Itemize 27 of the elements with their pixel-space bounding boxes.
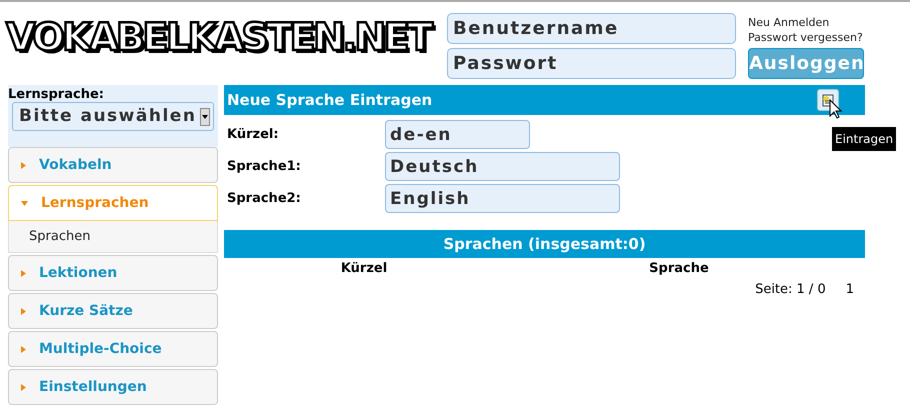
text-field[interactable]: English — [385, 184, 620, 213]
field-label: Sprache2: — [226, 190, 302, 208]
caret-right-icon — [21, 162, 26, 168]
form-header: Neue Sprache Eintragen — [224, 85, 865, 115]
password-field[interactable]: Passwort — [447, 48, 736, 79]
caret-right-icon — [21, 308, 26, 314]
caret-right-icon — [21, 346, 26, 352]
username-field[interactable]: Benutzername — [447, 13, 736, 44]
column-header: Kürzel — [340, 260, 388, 278]
forgot-password-link[interactable]: Passwort vergessen? — [748, 30, 864, 45]
field-label: Sprache1: — [226, 158, 302, 176]
cursor-icon — [829, 99, 842, 119]
text-field[interactable]: de-en — [385, 120, 530, 149]
column-header: Sprache — [649, 260, 709, 278]
page-info: Seite: 1 / 0 — [755, 281, 826, 299]
page-link[interactable]: 1 — [846, 280, 854, 300]
language-label: Lernsprache: — [8, 87, 105, 102]
caret-right-icon — [21, 270, 26, 276]
language-select[interactable]: Bitte auswählen — [12, 102, 214, 131]
text-field[interactable]: Deutsch — [385, 152, 620, 181]
field-label: Kürzel: — [226, 126, 280, 144]
caret-right-icon — [21, 384, 26, 390]
register-link[interactable]: Neu Anmelden — [748, 15, 864, 30]
tooltip: Eintragen — [832, 127, 896, 151]
caret-down-icon — [21, 200, 28, 206]
table-header: Sprachen (insgesamt:0) — [224, 230, 865, 258]
submenu-item[interactable]: Sprachen — [8, 221, 218, 253]
